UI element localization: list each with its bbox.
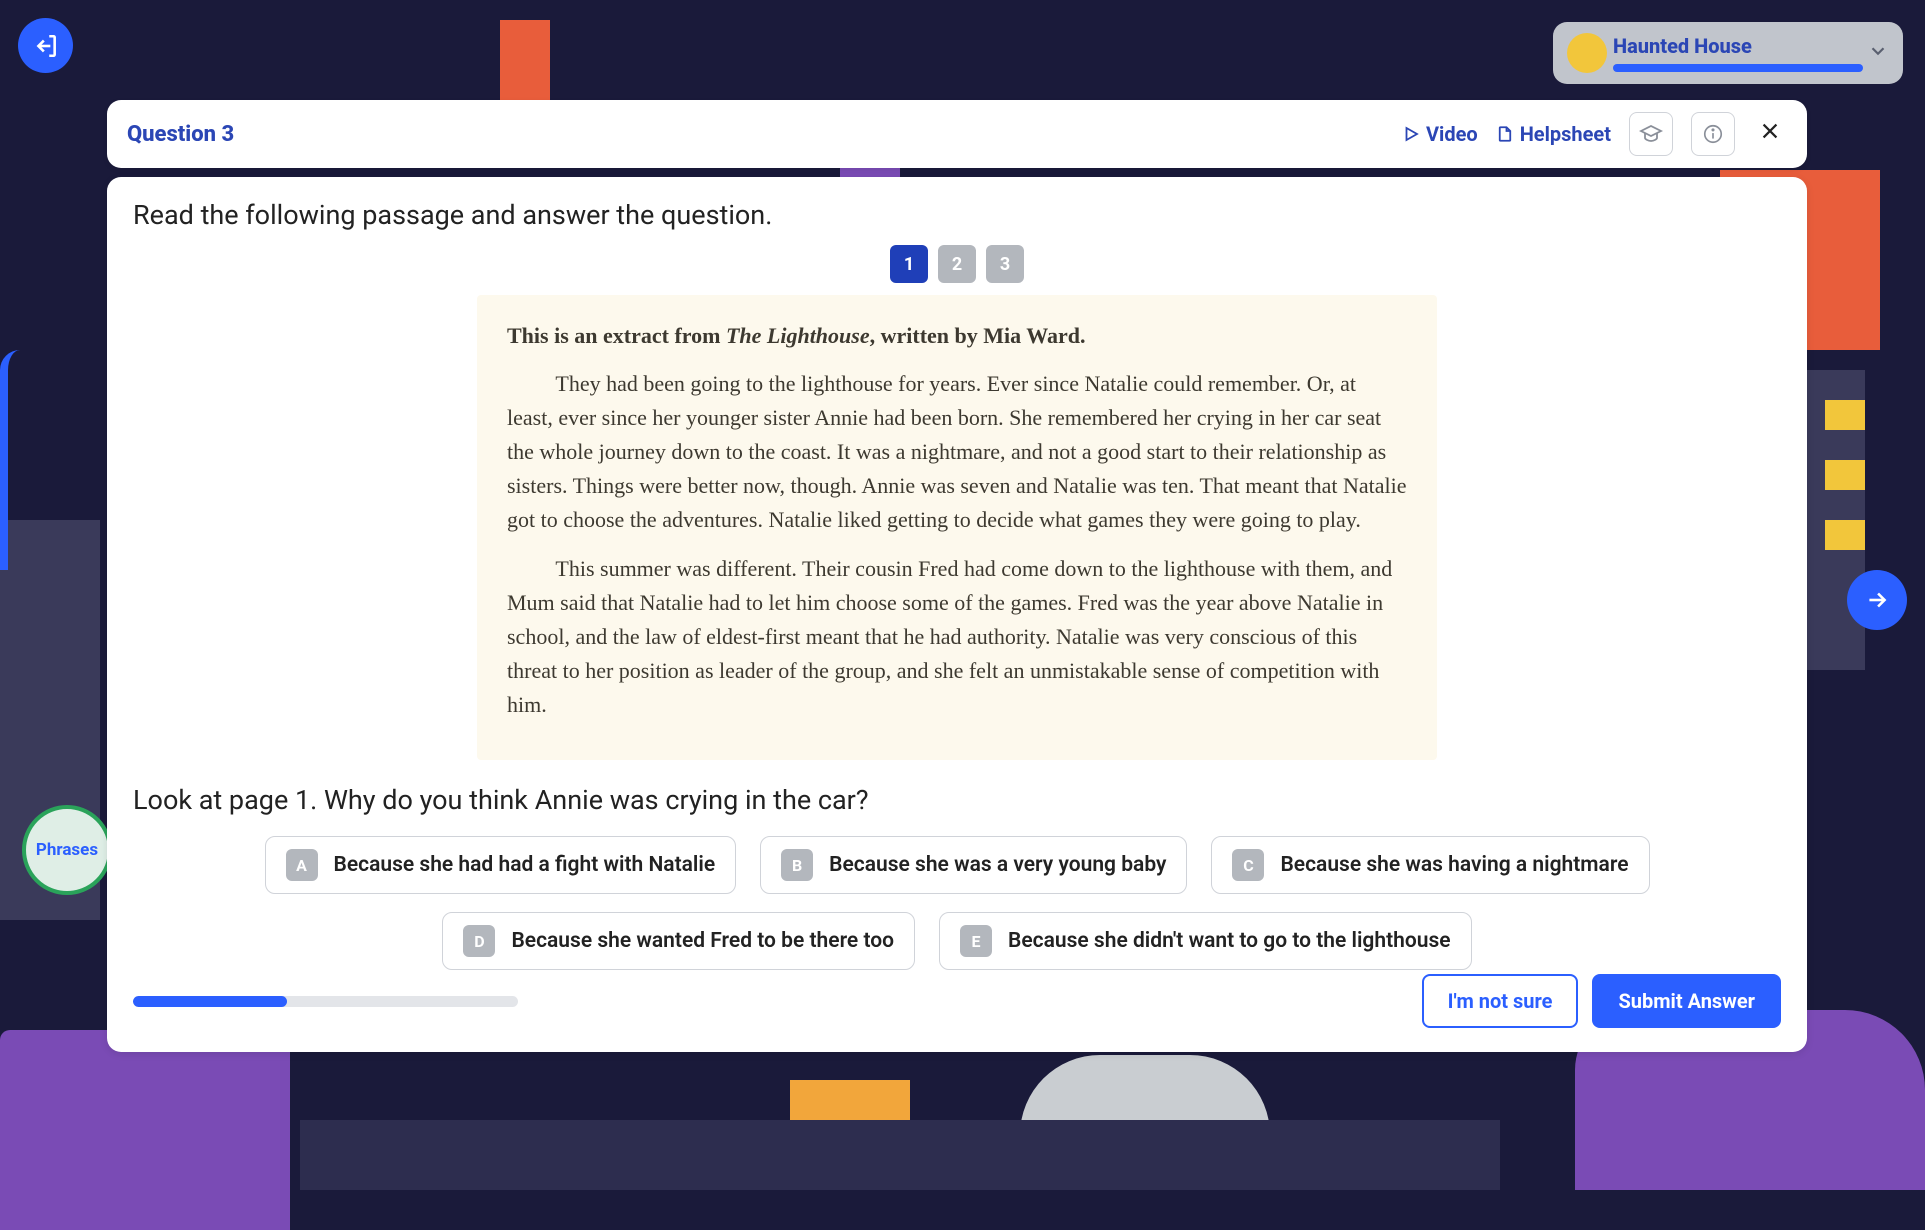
- passage-paragraph: This summer was different. Their cousin …: [507, 552, 1407, 722]
- answer-option-d[interactable]: D Because she wanted Fred to be there too: [442, 912, 915, 970]
- answer-option-a[interactable]: A Because she had had a fight with Natali…: [265, 836, 737, 894]
- close-icon: [1759, 120, 1781, 142]
- question-footer: I'm not sure Submit Answer: [133, 974, 1781, 1028]
- answer-text: Because she didn't want to go to the lig…: [1008, 929, 1451, 953]
- passage-box: This is an extract from The Lighthouse, …: [477, 295, 1437, 760]
- answer-text: Because she was a very young baby: [829, 853, 1166, 877]
- chevron-down-icon: [1867, 40, 1889, 66]
- instruction-text: Read the following passage and answer th…: [133, 199, 1781, 231]
- course-title: Haunted House: [1613, 34, 1863, 58]
- answer-text: Because she was having a nightmare: [1280, 853, 1628, 877]
- close-button[interactable]: [1753, 119, 1787, 149]
- passage-intro-suffix: , written by Mia Ward.: [870, 323, 1086, 348]
- video-link[interactable]: Video: [1402, 122, 1478, 146]
- helpsheet-label: Helpsheet: [1520, 122, 1611, 146]
- graduation-cap-icon: [1639, 122, 1663, 146]
- info-icon: [1702, 123, 1724, 145]
- next-button[interactable]: [1847, 570, 1907, 630]
- progress-fill: [133, 996, 287, 1007]
- course-progress-pill[interactable]: Haunted House: [1553, 22, 1903, 84]
- passage-paragraph: They had been going to the lighthouse fo…: [507, 367, 1407, 537]
- answer-letter: D: [463, 925, 495, 957]
- graduation-button[interactable]: [1629, 112, 1673, 156]
- bg-decoration: [500, 20, 550, 110]
- answer-option-b[interactable]: B Because she was a very young baby: [760, 836, 1187, 894]
- answer-letter: C: [1232, 849, 1264, 881]
- exit-button[interactable]: [18, 18, 73, 73]
- question-header: Question 3 Video Helpsheet: [107, 100, 1807, 168]
- answer-option-c[interactable]: C Because she was having a nightmare: [1211, 836, 1649, 894]
- question-text: Look at page 1. Why do you think Annie w…: [133, 784, 1781, 816]
- bg-decoration: [0, 350, 70, 570]
- course-avatar: [1567, 33, 1607, 73]
- answer-letter: E: [960, 925, 992, 957]
- passage-title: The Lighthouse: [726, 323, 870, 348]
- bg-decoration: [1825, 400, 1865, 430]
- bg-decoration: [300, 1120, 1500, 1190]
- exit-icon: [33, 33, 59, 59]
- answer-letter: B: [781, 849, 813, 881]
- phrases-badge[interactable]: Phrases: [22, 805, 112, 895]
- passage-para1-text: They had been going to the lighthouse fo…: [507, 371, 1407, 532]
- question-number-label: Question 3: [127, 122, 234, 147]
- answers-container: A Because she had had a fight with Natali…: [133, 836, 1781, 970]
- info-button[interactable]: [1691, 112, 1735, 156]
- bg-decoration: [1825, 460, 1865, 490]
- phrases-label: Phrases: [36, 840, 98, 860]
- arrow-right-icon: [1864, 587, 1890, 613]
- question-card: Read the following passage and answer th…: [107, 177, 1807, 1052]
- passage-intro-prefix: This is an extract from: [507, 323, 726, 348]
- submit-button[interactable]: Submit Answer: [1592, 974, 1781, 1028]
- video-label: Video: [1426, 122, 1478, 146]
- not-sure-button[interactable]: I'm not sure: [1422, 974, 1579, 1028]
- passage-para2-text: This summer was different. Their cousin …: [507, 556, 1392, 717]
- page-tabs: 123: [133, 245, 1781, 283]
- passage-intro: This is an extract from The Lighthouse, …: [507, 319, 1407, 353]
- answer-text: Because she wanted Fred to be there too: [511, 929, 894, 953]
- page-tab-1[interactable]: 1: [890, 245, 928, 283]
- bg-decoration: [1825, 520, 1865, 550]
- page-tab-3[interactable]: 3: [986, 245, 1024, 283]
- course-progress-bar: [1613, 64, 1863, 72]
- answer-text: Because she had had a fight with Natalie: [334, 853, 716, 877]
- answer-option-e[interactable]: E Because she didn't want to go to the li…: [939, 912, 1472, 970]
- helpsheet-link[interactable]: Helpsheet: [1496, 122, 1611, 146]
- progress-bar: [133, 996, 518, 1007]
- answer-letter: A: [286, 849, 318, 881]
- document-icon: [1496, 125, 1514, 143]
- bg-decoration: [0, 1030, 290, 1230]
- play-icon: [1402, 125, 1420, 143]
- page-tab-2[interactable]: 2: [938, 245, 976, 283]
